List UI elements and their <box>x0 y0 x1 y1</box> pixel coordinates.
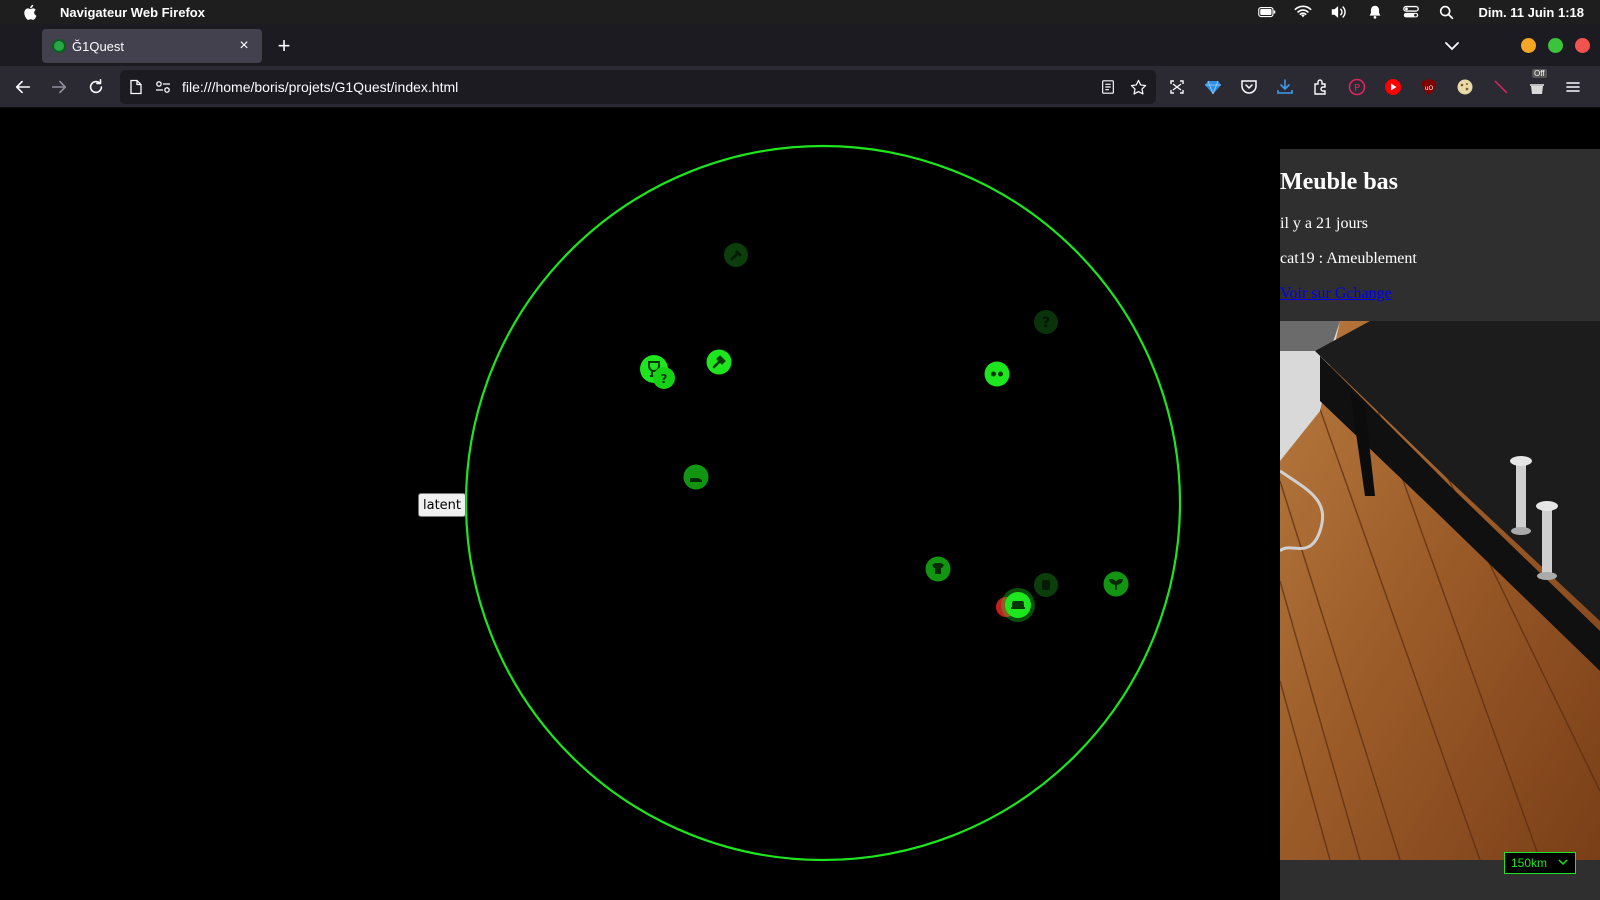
reload-button[interactable] <box>83 74 109 100</box>
off-extension-icon[interactable]: Off <box>1526 69 1548 98</box>
radar-map[interactable]: ? ? <box>0 108 1280 900</box>
radar-circle <box>464 144 1182 862</box>
latent-button[interactable]: latent <box>418 493 466 517</box>
svg-text:uO: uO <box>1425 85 1434 92</box>
spotlight-search-icon[interactable] <box>1429 0 1465 24</box>
tab-close-button[interactable]: × <box>234 36 254 56</box>
forward-button[interactable] <box>46 74 72 100</box>
pocket-icon[interactable] <box>1238 76 1260 98</box>
marker-plant[interactable] <box>1103 571 1129 597</box>
detail-category: cat19 : Ameublement <box>1280 250 1417 267</box>
control-center-icon[interactable] <box>1393 0 1429 24</box>
close-window-button[interactable] <box>1575 38 1590 53</box>
favicon-icon <box>52 39 66 53</box>
url-bar[interactable]: file:///home/boris/projets/G1Quest/index… <box>120 70 1156 104</box>
maximize-button[interactable] <box>1548 38 1563 53</box>
apple-icon[interactable] <box>22 3 40 21</box>
downloads-icon[interactable] <box>1274 76 1296 98</box>
cookie-extension-icon[interactable] <box>1454 76 1476 98</box>
off-badge: Off <box>1532 69 1547 78</box>
furniture-photo <box>1280 321 1600 860</box>
screenshot-icon[interactable] <box>1166 76 1188 98</box>
marker-question-bright[interactable]: ? <box>653 367 675 389</box>
detail-age: il y a 21 jours <box>1280 215 1368 232</box>
detail-title: Meuble bas <box>1280 169 1399 195</box>
gem-extension-icon[interactable] <box>1202 76 1224 98</box>
new-tab-button[interactable]: + <box>272 35 296 59</box>
wifi-icon[interactable] <box>1285 0 1321 24</box>
back-button[interactable] <box>10 74 36 100</box>
forward-arrow-icon <box>51 80 67 94</box>
marker-furniture-selected[interactable] <box>996 588 1035 622</box>
ublock-shield-icon[interactable]: uO <box>1418 76 1440 98</box>
permissions-icon[interactable] <box>154 79 172 95</box>
range-select-value: 150km <box>1511 856 1548 870</box>
marker-tool[interactable] <box>706 349 732 375</box>
detail-panel: Meuble bas il y a 21 jours cat19 : Ameub… <box>1280 149 1600 900</box>
tab-list-chevron-icon[interactable] <box>1442 36 1462 56</box>
menu-hamburger-icon[interactable] <box>1562 76 1584 98</box>
url-text[interactable]: file:///home/boris/projets/G1Quest/index… <box>182 79 458 95</box>
url-actions <box>1098 77 1148 97</box>
range-select[interactable]: 150km <box>1504 852 1576 874</box>
status-icons: Dim. 11 Juin 1:18 <box>1249 0 1585 24</box>
furniture-icon <box>1011 601 1025 609</box>
chevron-down-icon <box>1558 859 1568 866</box>
youtube-extension-icon[interactable] <box>1382 76 1404 98</box>
bookmark-star-icon[interactable] <box>1128 77 1148 97</box>
marker-shirt[interactable] <box>925 556 951 582</box>
marker-jar[interactable] <box>1034 573 1058 597</box>
os-menubar: Navigateur Web Firefox Dim. 11 Juin 1:18 <box>0 0 1600 24</box>
disabled-line-extension-icon[interactable] <box>1490 76 1512 98</box>
extension-toolbar: P uO Off <box>1166 69 1584 98</box>
reader-view-icon[interactable] <box>1098 77 1118 97</box>
red-circle-extension-icon[interactable]: P <box>1346 76 1368 98</box>
minimize-button[interactable] <box>1521 38 1536 53</box>
back-arrow-icon <box>15 80 31 94</box>
page-content: ? ? latent Meuble bas il y a 21 jours ca… <box>0 108 1600 900</box>
extensions-puzzle-icon[interactable] <box>1310 76 1332 98</box>
volume-icon[interactable] <box>1321 0 1357 24</box>
marker-flashlight[interactable] <box>724 243 748 267</box>
nav-bar: file:///home/boris/projets/G1Quest/index… <box>0 66 1600 108</box>
notification-icon[interactable] <box>1357 0 1393 24</box>
question-icon: ? <box>661 372 668 386</box>
tab-strip: Ğ1Quest × + <box>0 24 1600 66</box>
screen: Navigateur Web Firefox Dim. 11 Juin 1:18… <box>0 0 1600 900</box>
reload-icon <box>89 78 103 94</box>
app-name[interactable]: Navigateur Web Firefox <box>60 5 205 20</box>
battery-icon[interactable] <box>1249 0 1285 24</box>
page-icon[interactable] <box>128 79 144 95</box>
marker-question-dim[interactable]: ? <box>1034 310 1058 334</box>
svg-text:P: P <box>1354 83 1360 94</box>
tab-title: Ğ1Quest <box>72 38 125 54</box>
question-icon: ? <box>1042 315 1050 331</box>
item-photo <box>1280 321 1600 860</box>
tab-active[interactable]: Ğ1Quest × <box>42 29 262 63</box>
marker-shoe[interactable] <box>683 464 709 490</box>
gchange-link[interactable]: Voir sur Gchange <box>1280 285 1392 303</box>
clock[interactable]: Dim. 11 Juin 1:18 <box>1479 5 1585 20</box>
jar-icon <box>1042 580 1050 590</box>
marker-glasses[interactable] <box>984 361 1010 387</box>
